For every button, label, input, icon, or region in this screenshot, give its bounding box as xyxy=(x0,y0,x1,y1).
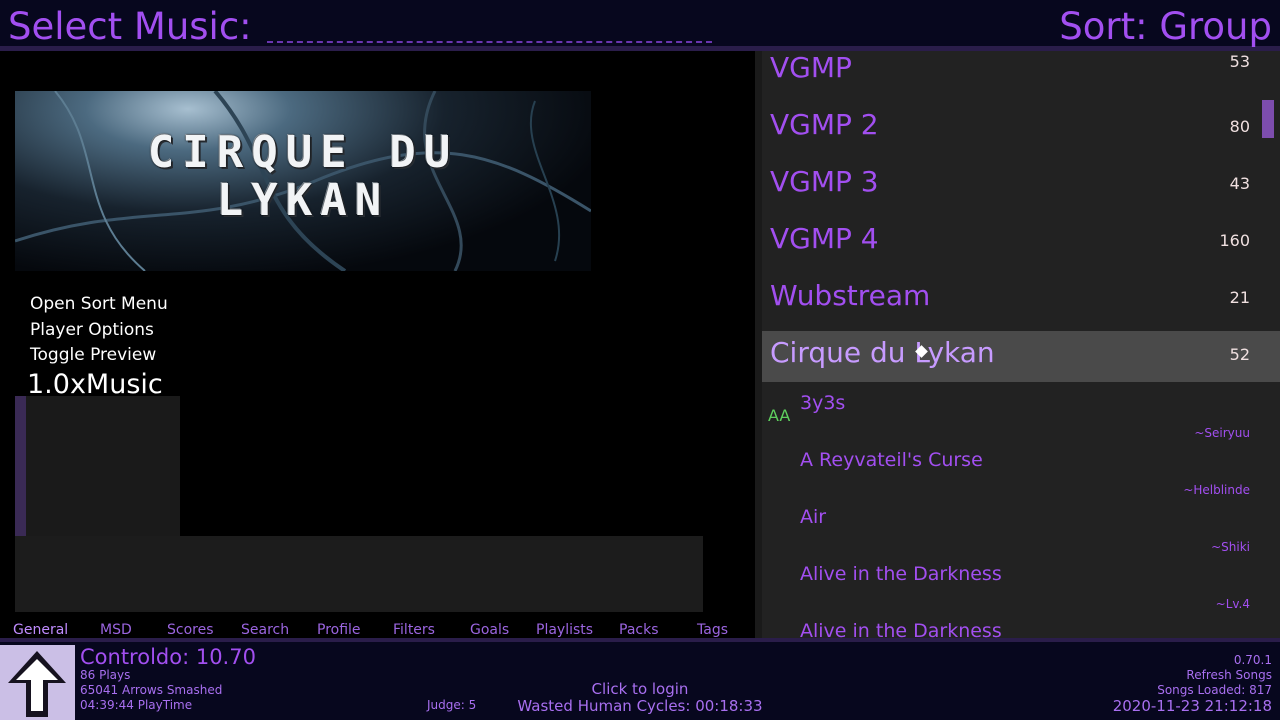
banner-title-line1: CIRQUE DU xyxy=(147,127,459,178)
wheel-group-row[interactable]: VGMP 3 43 xyxy=(755,156,1280,213)
song-artist: ~Helblinde xyxy=(1183,483,1250,497)
tab-msd[interactable]: MSD xyxy=(100,620,132,640)
avatar[interactable] xyxy=(0,645,75,720)
wheel-group-row[interactable]: VGMP 53 xyxy=(755,51,1280,99)
tab-bar: General MSD Scores Search Profile Filter… xyxy=(0,620,760,640)
wheel-song-row[interactable]: AA 3y3s ~Seiryuu xyxy=(755,385,1280,442)
header-dashed-line xyxy=(267,41,712,43)
song-title: Air xyxy=(800,506,827,528)
toggle-preview-button[interactable]: Toggle Preview xyxy=(30,343,168,369)
options-menu: Open Sort Menu Player Options Toggle Pre… xyxy=(30,292,168,369)
info-panel xyxy=(15,536,703,612)
tab-packs[interactable]: Packs xyxy=(619,620,659,640)
wheel-group-row[interactable]: VGMP 4 160 xyxy=(755,213,1280,270)
tab-playlists[interactable]: Playlists xyxy=(536,620,593,640)
player-options-button[interactable]: Player Options xyxy=(30,318,168,344)
tab-tags[interactable]: Tags xyxy=(697,620,728,640)
wheel-group-row[interactable]: Wubstream 21 xyxy=(755,270,1280,327)
profile-arrows: 65041 Arrows Smashed xyxy=(80,683,223,697)
tab-profile[interactable]: Profile xyxy=(317,620,361,640)
songs-loaded: Songs Loaded: 817 xyxy=(1157,683,1272,697)
wheel-song-row[interactable]: Alive in the Darkness xyxy=(755,613,1280,639)
group-banner: CIRQUE DU LYKAN xyxy=(15,91,591,271)
group-name: VGMP 2 xyxy=(770,108,879,141)
page-title: Select Music: xyxy=(8,5,252,48)
song-artist: ~Lv.4 xyxy=(1215,597,1250,611)
sort-mode-label[interactable]: Sort: Group xyxy=(1059,8,1272,45)
wheel-song-row[interactable]: Air ~Shiki xyxy=(755,499,1280,556)
tab-search[interactable]: Search xyxy=(241,620,289,640)
banner-title: CIRQUE DU LYKAN xyxy=(15,129,591,225)
arrow-avatar-icon xyxy=(0,645,75,720)
refresh-songs-button[interactable]: Refresh Songs xyxy=(1186,668,1272,683)
song-artist: ~Seiryuu xyxy=(1194,426,1250,440)
song-grade: AA xyxy=(768,406,791,425)
login-button[interactable]: Click to login xyxy=(540,680,740,698)
session-time: Wasted Human Cycles: 00:18:33 xyxy=(517,697,763,715)
group-song-count: 21 xyxy=(1229,288,1250,307)
group-song-count: 160 xyxy=(1219,231,1250,250)
tab-general[interactable]: General xyxy=(13,620,68,640)
profile-name-rating: Controldo: 10.70 xyxy=(80,645,256,669)
profile-plays: 86 Plays xyxy=(80,668,131,682)
song-title: 3y3s xyxy=(800,392,846,414)
group-song-count: 80 xyxy=(1229,117,1250,136)
tab-goals[interactable]: Goals xyxy=(470,620,509,640)
clock: 2020-11-23 21:12:18 xyxy=(1112,697,1272,715)
profile-playtime: 04:39:44 PlayTime xyxy=(80,698,193,712)
group-song-count: 53 xyxy=(1229,52,1250,71)
banner-title-line2: LYKAN xyxy=(216,175,390,226)
music-wheel[interactable]: VGMP 53 VGMP 2 80 VGMP 3 43 VGMP 4 160 W… xyxy=(755,51,1280,639)
wheel-song-row[interactable]: A Reyvateil's Curse ~Helblinde xyxy=(755,442,1280,499)
tab-scores[interactable]: Scores xyxy=(167,620,214,640)
wheel-group-row-selected[interactable]: Cirque du Lykan 52 xyxy=(755,331,1280,382)
group-name: VGMP 4 xyxy=(770,222,879,255)
group-name: Cirque du Lykan xyxy=(770,336,995,369)
group-song-count: 52 xyxy=(1229,345,1250,364)
group-name: VGMP xyxy=(770,51,852,84)
group-song-count: 43 xyxy=(1229,174,1250,193)
song-title: A Reyvateil's Curse xyxy=(800,449,983,471)
group-name: Wubstream xyxy=(770,279,931,312)
graph-sidebar xyxy=(15,396,26,536)
open-sort-menu-button[interactable]: Open Sort Menu xyxy=(30,292,168,318)
group-name: VGMP 3 xyxy=(770,165,879,198)
preview-graph xyxy=(26,396,180,536)
song-title: Alive in the Darkness xyxy=(800,563,1002,585)
tab-filters[interactable]: Filters xyxy=(393,620,435,640)
wheel-song-row[interactable]: Alive in the Darkness ~Lv.4 xyxy=(755,556,1280,613)
wheel-scrollbar[interactable] xyxy=(1262,100,1274,138)
version-label: 0.70.1 xyxy=(1233,653,1272,667)
song-artist: ~Shiki xyxy=(1211,540,1250,554)
song-title: Alive in the Darkness xyxy=(800,620,1002,639)
wheel-left-border xyxy=(755,51,762,639)
wheel-group-row[interactable]: VGMP 2 80 xyxy=(755,99,1280,156)
judge-level: Judge: 5 xyxy=(427,698,477,712)
